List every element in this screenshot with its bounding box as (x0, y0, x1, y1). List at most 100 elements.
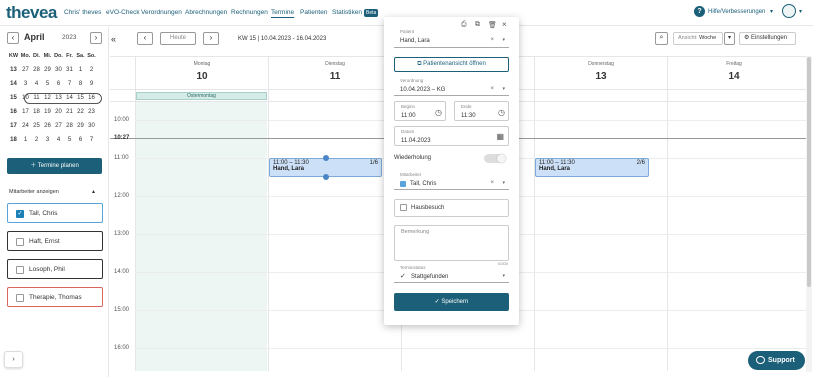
day-cell[interactable]: 24 (20, 123, 31, 129)
nav-evo-check[interactable]: eVO-Check (106, 9, 140, 16)
day-cell[interactable]: 2 (31, 137, 42, 143)
expand-sidebar-button[interactable]: › (4, 351, 23, 368)
day-cell[interactable]: 28 (31, 67, 42, 73)
question-icon[interactable]: ? (694, 6, 705, 17)
checkbox-checked-icon[interactable]: ✓ (16, 210, 24, 218)
week-number[interactable]: 15 (8, 95, 19, 101)
employee-item[interactable]: Therapie, Thomas (7, 287, 103, 307)
checkbox-icon[interactable] (16, 294, 24, 302)
help-link[interactable]: Hilfe/Verbesserungen (708, 9, 765, 15)
employee-item[interactable]: Haft, Ernst (7, 231, 103, 251)
clear-icon[interactable]: × (490, 37, 494, 43)
app-logo[interactable]: thevea (6, 3, 57, 23)
view-dropdown-icon[interactable]: ▾ (724, 32, 735, 45)
open-patient-button[interactable]: ⧉ Patientenansicht öffnen (394, 57, 509, 72)
remark-textarea[interactable]: Bemerkung (394, 225, 509, 261)
clock-icon[interactable]: ◷ (435, 108, 442, 117)
day-cell[interactable]: 8 (75, 81, 86, 87)
nav-rechnungen[interactable]: Rechnungen (231, 9, 268, 16)
chevron-down-icon[interactable]: ▾ (502, 37, 505, 43)
day-cell[interactable]: 5 (42, 81, 53, 87)
day-cell[interactable]: 4 (53, 137, 64, 143)
week-number[interactable]: 18 (8, 137, 19, 143)
day-cell[interactable]: 7 (64, 81, 75, 87)
clear-icon[interactable]: × (490, 86, 494, 92)
employee-item[interactable]: ✓ Tall, Chris (7, 203, 103, 223)
chevron-down-icon[interactable]: ▾ (502, 86, 505, 92)
day-cell[interactable]: 17 (20, 109, 31, 115)
day-cell[interactable]: 20 (53, 109, 64, 115)
chevron-up-icon[interactable]: ▴ (92, 188, 95, 195)
nav-verordnungen[interactable]: Verordnungen (141, 9, 182, 16)
day-cell[interactable]: 27 (53, 123, 64, 129)
employees-header[interactable]: Mitarbeiter anzeigen (9, 189, 59, 195)
day-number[interactable]: 13 (535, 71, 667, 82)
day-cell[interactable]: 30 (53, 67, 64, 73)
search-icon[interactable]: ⌕ (655, 32, 668, 45)
day-number[interactable]: 10 (136, 71, 268, 82)
day-cell[interactable]: 29 (42, 67, 53, 73)
nav-patienten[interactable]: Patienten (300, 9, 327, 16)
day-cell[interactable]: 3 (20, 81, 31, 87)
resize-handle-bottom[interactable] (323, 174, 329, 180)
day-cell[interactable]: 27 (20, 67, 31, 73)
day-cell[interactable]: 6 (53, 81, 64, 87)
date-field[interactable]: Datum 11.04.2023 ▦ (394, 126, 509, 146)
chevron-down-icon[interactable]: ▾ (502, 180, 505, 186)
today-button[interactable]: Heute (160, 32, 196, 45)
chevron-down-icon[interactable]: ▾ (770, 8, 773, 15)
day-cell[interactable]: 1 (75, 67, 86, 73)
day-cell[interactable]: 3 (42, 137, 53, 143)
clock-icon[interactable]: ◷ (498, 108, 505, 117)
prev-week-button[interactable]: ‹ (137, 32, 153, 45)
day-cell[interactable]: 30 (86, 123, 97, 129)
save-button[interactable]: ✓ Speichern (394, 293, 509, 311)
status-field[interactable]: Terminstatus ✓ Stattgefunden ▾ (394, 263, 509, 283)
prescription-field[interactable]: Verordnung 10.04.2023 – KG × ▾ (394, 76, 509, 96)
chevron-down-icon[interactable]: ▾ (799, 8, 802, 15)
day-number[interactable]: 11 (269, 71, 401, 82)
calendar-icon[interactable]: ▦ (496, 132, 504, 141)
start-time-field[interactable]: Beginn 11:00 ◷ (394, 101, 446, 121)
day-cell[interactable]: 22 (75, 109, 86, 115)
day-cell[interactable]: 9 (86, 81, 97, 87)
calendar-scrollbar-thumb[interactable] (807, 57, 811, 287)
day-number[interactable]: 14 (668, 71, 800, 82)
day-cell[interactable]: 18 (31, 109, 42, 115)
day-cell[interactable]: 6 (75, 137, 86, 143)
view-select[interactable]: Ansicht: Woche (673, 32, 723, 45)
clear-icon[interactable]: × (490, 180, 494, 186)
week-number[interactable]: 13 (8, 67, 19, 73)
day-cell[interactable]: 29 (75, 123, 86, 129)
day-cell[interactable]: 19 (42, 109, 53, 115)
resize-handle-top[interactable] (323, 155, 329, 161)
end-time-field[interactable]: Ende 11:30 ◷ (454, 101, 509, 121)
repeat-toggle[interactable] (484, 154, 506, 163)
support-button[interactable]: Support (748, 351, 805, 370)
employee-item[interactable]: Losoph, Phil (7, 259, 103, 279)
day-cell[interactable]: 26 (42, 123, 53, 129)
checkbox-icon[interactable] (16, 238, 24, 246)
nav-abrechnungen[interactable]: Abrechnungen (185, 9, 227, 16)
week-number[interactable]: 14 (8, 81, 19, 87)
day-cell[interactable]: 2 (86, 67, 97, 73)
settings-button[interactable]: ⚙ Einstellungen (739, 32, 796, 45)
day-cell[interactable]: 4 (31, 81, 42, 87)
day-cell[interactable]: 1 (20, 137, 31, 143)
checkbox-icon[interactable] (400, 204, 407, 211)
checkbox-icon[interactable] (16, 266, 24, 274)
house-visit-checkbox[interactable]: Hausbesuch (394, 199, 509, 217)
day-cell[interactable]: 28 (64, 123, 75, 129)
chevron-down-icon[interactable]: ▾ (502, 273, 505, 279)
patient-field[interactable]: Patient Hand, Lara × ▾ (394, 27, 509, 48)
collapse-double-chevron-icon[interactable]: « (111, 34, 116, 44)
nav-chris-theves[interactable]: Chris' theves (64, 9, 101, 16)
employee-field[interactable]: Mitarbeiter Tall, Chris × ▾ (394, 170, 509, 190)
day-cell[interactable]: 23 (86, 109, 97, 115)
day-cell[interactable]: 25 (31, 123, 42, 129)
day-cell[interactable]: 7 (86, 137, 97, 143)
next-week-button[interactable]: › (203, 32, 219, 45)
nav-termine[interactable]: Termine (271, 9, 294, 16)
day-cell[interactable]: 31 (64, 67, 75, 73)
week-number[interactable]: 17 (8, 123, 19, 129)
